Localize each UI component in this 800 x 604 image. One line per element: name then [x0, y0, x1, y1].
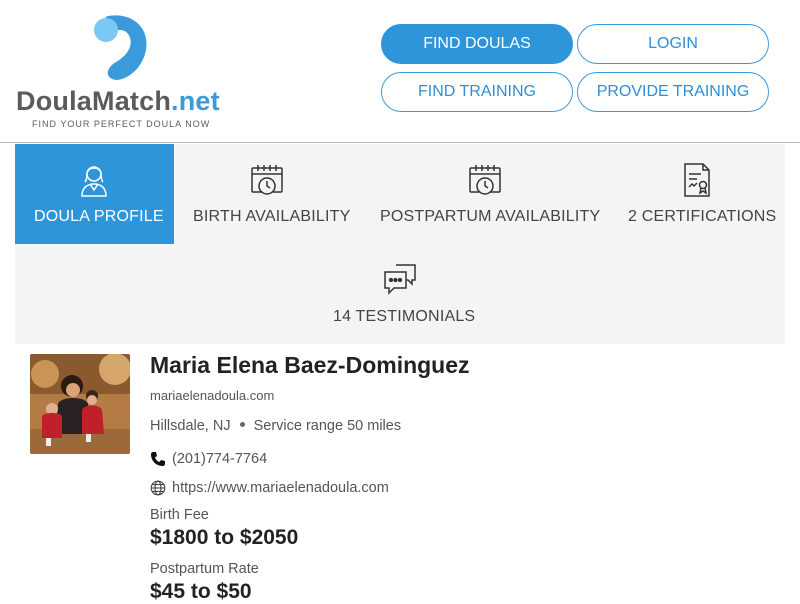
service-range: Service range 50 miles — [253, 418, 402, 434]
tab-birth-availability[interactable]: BIRTH AVAILABILITY — [174, 144, 360, 244]
tab-label: BIRTH AVAILABILITY — [193, 208, 351, 225]
tab-doula-profile[interactable]: DOULA PROFILE — [15, 144, 174, 244]
phone-row[interactable]: (201)774-7764 — [150, 451, 267, 467]
logo-tagline: FIND YOUR PERFECT DOULA NOW — [32, 119, 211, 129]
postpartum-rate-value: $45 to $50 — [150, 580, 252, 603]
doula-city: Hillsdale, NJ — [150, 418, 231, 434]
tab-certifications[interactable]: 2 CERTIFICATIONS — [610, 144, 785, 244]
phone-icon — [151, 452, 165, 466]
separator-dot — [239, 422, 245, 428]
tab-testimonials[interactable]: 14 TESTIMONIALS — [15, 244, 785, 344]
website-url[interactable]: https://www.mariaelenadoula.com — [172, 480, 389, 496]
logo-wordmark: DoulaMatch.net — [16, 86, 220, 116]
site-logo[interactable]: DoulaMatch.net FIND YOUR PERFECT DOULA N… — [16, 10, 226, 135]
globe-icon — [150, 480, 166, 496]
login-button[interactable]: LOGIN — [577, 24, 769, 64]
calendar-clock-icon — [469, 165, 501, 195]
site-header: DoulaMatch.net FIND YOUR PERFECT DOULA N… — [0, 0, 800, 143]
phone-number[interactable]: (201)774-7764 — [172, 451, 267, 467]
tab-label: POSTPARTUM AVAILABILITY — [380, 208, 601, 225]
birth-fee-value: $1800 to $2050 — [150, 526, 299, 549]
find-doulas-button[interactable]: FIND DOULAS — [381, 24, 573, 64]
provide-training-button[interactable]: PROVIDE TRAINING — [577, 72, 769, 112]
tab-label: 14 TESTIMONIALS — [333, 308, 476, 325]
tab-label: DOULA PROFILE — [34, 208, 164, 225]
find-training-button[interactable]: FIND TRAINING — [381, 72, 573, 112]
tab-label: 2 CERTIFICATIONS — [628, 208, 777, 225]
tab-postpartum-availability[interactable]: POSTPARTUM AVAILABILITY — [360, 144, 610, 244]
logo-mark-icon — [94, 15, 147, 81]
website-row[interactable]: https://www.mariaelenadoula.com — [150, 480, 389, 496]
certificate-icon — [684, 163, 710, 197]
chat-bubbles-icon — [384, 264, 416, 295]
doula-profile-icon — [81, 166, 107, 197]
doula-name: Maria Elena Baez-Dominguez — [150, 352, 470, 378]
doula-location: Hillsdale, NJ Service range 50 miles — [150, 418, 401, 434]
birth-fee-label: Birth Fee — [150, 507, 209, 523]
calendar-clock-icon — [251, 165, 283, 195]
postpartum-rate-label: Postpartum Rate — [150, 561, 259, 577]
profile-tabs: DOULA PROFILE BIRTH AVAILABILITY POSTPAR… — [15, 144, 785, 344]
doula-photo — [30, 354, 130, 454]
doula-website-link[interactable]: mariaelenadoula.com — [150, 388, 274, 403]
